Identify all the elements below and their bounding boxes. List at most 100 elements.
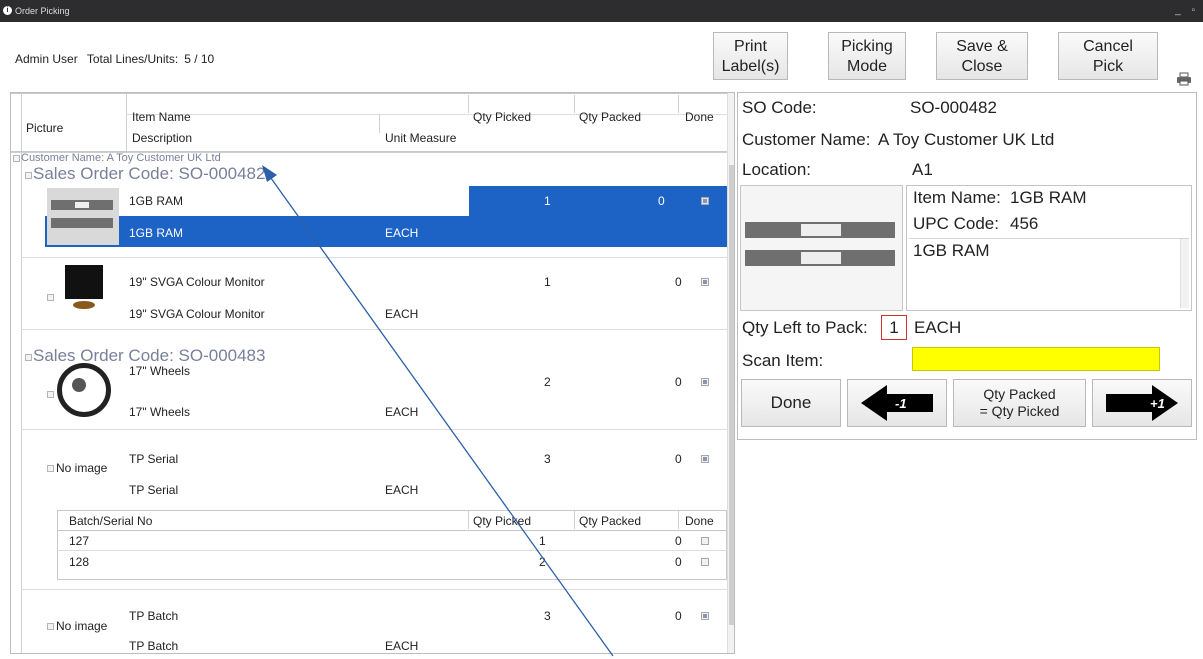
cancel-pick-label-2: Pick: [1092, 58, 1124, 75]
expand-row-toggle[interactable]: [47, 465, 54, 472]
print-labels-button[interactable]: Print Label(s): [713, 32, 788, 80]
done-button[interactable]: Done: [741, 379, 841, 427]
unit-cell[interactable]: EACH: [385, 483, 418, 497]
unit-cell[interactable]: EACH: [385, 405, 418, 419]
column-header-picture[interactable]: Picture: [26, 121, 63, 135]
qty-packed-equals-picked-button[interactable]: Qty Packed = Qty Picked: [953, 379, 1086, 427]
qty-packed-button-label-1: Qty Packed: [983, 386, 1056, 402]
subgrid-header-qty-packed[interactable]: Qty Packed: [579, 514, 641, 528]
subgrid-header-qty-picked[interactable]: Qty Picked: [473, 514, 531, 528]
item-description-box[interactable]: 1GB RAM: [909, 238, 1189, 309]
header-top-line: [11, 93, 727, 94]
serial-qty-picked-cell[interactable]: 2: [539, 555, 546, 569]
row-indicator-line: [21, 93, 22, 653]
serial-no-cell[interactable]: 127: [69, 534, 89, 548]
scan-item-input[interactable]: [912, 347, 1160, 371]
serial-qty-picked-cell[interactable]: 1: [539, 534, 546, 548]
column-header-item-name[interactable]: Item Name: [132, 110, 191, 124]
save-close-button[interactable]: Save & Close: [936, 32, 1028, 80]
qty-picked-cell[interactable]: 3: [544, 609, 551, 623]
minus-one-button[interactable]: -1: [847, 379, 947, 427]
qty-packed-cell[interactable]: 0: [675, 375, 682, 389]
plus-one-label: +1: [1150, 396, 1165, 411]
expand-row-toggle[interactable]: [47, 391, 54, 398]
location-label: Location:: [742, 160, 811, 179]
qty-picked-cell[interactable]: 3: [544, 452, 551, 466]
serial-no-cell[interactable]: 128: [69, 555, 89, 569]
description-scrollbar[interactable]: [1180, 239, 1189, 308]
item-name-cell[interactable]: TP Serial: [129, 452, 178, 466]
row-separator: [21, 329, 727, 330]
cancel-pick-label-1: Cancel: [1083, 38, 1133, 55]
qty-packed-cell[interactable]: 0: [675, 275, 682, 289]
right-arrow-icon: +1: [1106, 385, 1178, 421]
window-controls[interactable]: _ ▫: [1175, 5, 1199, 16]
description-cell[interactable]: 17" Wheels: [129, 405, 190, 419]
unit-cell[interactable]: EACH: [385, 226, 418, 240]
qty-left-value: 1: [881, 315, 907, 340]
expand-row-toggle[interactable]: [47, 294, 54, 301]
subgrid-header-batch[interactable]: Batch/Serial No: [69, 514, 152, 528]
done-checkbox[interactable]: [701, 378, 709, 386]
col-divider: [678, 95, 679, 113]
qty-picked-cell[interactable]: 1: [544, 275, 551, 289]
qty-packed-button-label-2: = Qty Picked: [979, 403, 1060, 419]
serial-qty-packed-cell[interactable]: 0: [675, 555, 682, 569]
done-checkbox[interactable]: [701, 197, 709, 205]
save-close-label-1: Save &: [956, 38, 1008, 55]
expand-row-toggle[interactable]: [47, 623, 54, 630]
totals-label: Total Lines/Units:: [86, 52, 179, 66]
column-header-done[interactable]: Done: [685, 110, 714, 124]
ram-image: [47, 188, 119, 245]
scan-item-label: Scan Item:: [742, 351, 824, 370]
picking-mode-button[interactable]: Picking Mode: [828, 32, 906, 80]
item-name-cell[interactable]: 19" SVGA Colour Monitor: [129, 275, 265, 289]
item-name-cell[interactable]: 17" Wheels: [129, 364, 190, 378]
row-separator: [21, 429, 727, 430]
grid-scrollbar[interactable]: [727, 93, 734, 653]
printer-icon[interactable]: [1176, 72, 1192, 86]
description-cell[interactable]: 1GB RAM: [129, 226, 183, 240]
column-header-description[interactable]: Description: [132, 131, 192, 145]
no-image-label: No image: [56, 461, 108, 475]
item-name-cell[interactable]: 1GB RAM: [129, 194, 183, 208]
pick-details-panel: SO Code: SO-000482 Customer Name: A Toy …: [737, 92, 1197, 440]
done-checkbox[interactable]: [701, 278, 709, 286]
serial-done-checkbox[interactable]: [701, 537, 709, 545]
customer-name-label: Customer Name:: [742, 130, 871, 149]
scrollbar-thumb[interactable]: [729, 165, 734, 625]
qty-packed-cell[interactable]: 0: [658, 194, 665, 208]
done-checkbox[interactable]: [701, 455, 709, 463]
item-name-label: Item Name:: [913, 188, 1001, 207]
serial-qty-packed-cell[interactable]: 0: [675, 534, 682, 548]
cancel-pick-button[interactable]: Cancel Pick: [1058, 32, 1158, 80]
unit-cell[interactable]: EACH: [385, 639, 418, 653]
done-checkbox[interactable]: [701, 612, 709, 620]
description-cell[interactable]: TP Batch: [129, 639, 178, 653]
col-divider: [468, 95, 469, 113]
subgrid-header-done[interactable]: Done: [685, 514, 714, 528]
upc-code-label: UPC Code:: [913, 214, 999, 233]
totals-value: 5 / 10: [184, 52, 215, 66]
qty-picked-cell[interactable]: 2: [544, 375, 551, 389]
qty-picked-cell[interactable]: 1: [544, 194, 551, 208]
plus-one-button[interactable]: +1: [1092, 379, 1192, 427]
collapse-customer-toggle[interactable]: [13, 155, 20, 162]
column-header-qty-packed[interactable]: Qty Packed: [579, 110, 641, 124]
qty-packed-cell[interactable]: 0: [675, 609, 682, 623]
order-lines-grid: Picture Item Name Description Unit Measu…: [10, 92, 735, 654]
so-code-label: SO Code:: [742, 98, 817, 117]
description-cell[interactable]: TP Serial: [129, 483, 178, 497]
qty-packed-cell[interactable]: 0: [675, 452, 682, 466]
column-header-qty-picked[interactable]: Qty Picked: [473, 110, 531, 124]
customer-group-label: Customer Name: A Toy Customer UK Ltd: [21, 152, 221, 164]
serial-done-checkbox[interactable]: [701, 558, 709, 566]
collapse-order-toggle[interactable]: [25, 172, 32, 179]
window-title: Order Picking: [15, 6, 70, 16]
description-cell[interactable]: 19" SVGA Colour Monitor: [129, 307, 265, 321]
item-name-cell[interactable]: TP Batch: [129, 609, 178, 623]
collapse-order-toggle[interactable]: [25, 354, 32, 361]
col-divider: [126, 93, 127, 152]
column-header-unit-measure[interactable]: Unit Measure: [385, 131, 456, 145]
unit-cell[interactable]: EACH: [385, 307, 418, 321]
